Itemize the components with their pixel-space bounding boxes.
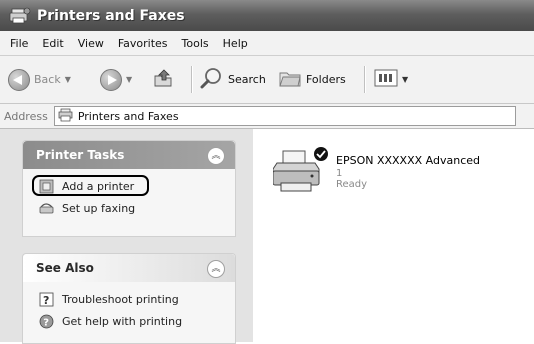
add-printer-icon [39, 179, 54, 194]
back-icon [8, 68, 30, 91]
task-label: Get help with printing [62, 314, 183, 328]
up-folder-button[interactable] [152, 56, 174, 103]
collapse-icon[interactable]: ︽ [207, 147, 225, 165]
forward-icon [100, 68, 122, 91]
task-get-help-printing[interactable]: ? Get help with printing [23, 310, 235, 332]
window-title: Printers and Faxes [37, 7, 185, 24]
menu-help[interactable]: Help [223, 37, 248, 50]
menu-bar: File Edit View Favorites Tools Help [0, 31, 534, 56]
printers-folder-icon [9, 7, 31, 25]
address-label: Address [4, 109, 48, 123]
printer-documents: 1 [336, 168, 343, 179]
search-label: Search [228, 73, 266, 86]
back-button[interactable]: Back ▼ [8, 56, 71, 103]
folders-button[interactable]: Folders [278, 56, 346, 103]
views-dropdown-icon[interactable]: ▼ [402, 75, 408, 84]
collapse-icon[interactable]: ︽ [207, 260, 225, 278]
menu-tools[interactable]: Tools [182, 37, 209, 50]
help-question-icon: ? [39, 292, 54, 307]
task-pane: Printer Tasks ︽ Add a printer Set up fax… [0, 129, 253, 344]
toolbar: Back ▼ ▼ Search Folders ▼ [0, 56, 534, 104]
printer-item[interactable]: EPSON XXXXXX Advanced 1 Ready [272, 141, 513, 211]
svg-text:?: ? [43, 317, 49, 328]
views-button[interactable]: ▼ [374, 56, 408, 103]
address-value: Printers and Faxes [77, 109, 179, 123]
printer-tasks-header[interactable]: Printer Tasks ︽ [23, 141, 235, 169]
printers-folder-icon [58, 108, 74, 125]
task-label: Set up faxing [62, 201, 136, 215]
see-also-header[interactable]: See Also ︽ [23, 254, 235, 282]
up-folder-icon [152, 67, 174, 92]
back-label: Back [34, 73, 61, 86]
content-area: EPSON XXXXXX Advanced 1 Ready [253, 129, 534, 342]
search-icon [200, 66, 224, 93]
see-also-title: See Also [36, 261, 94, 275]
svg-text:?: ? [43, 294, 49, 307]
search-button[interactable]: Search [200, 56, 266, 103]
forward-dropdown-icon[interactable]: ▼ [126, 75, 132, 84]
see-also-panel: See Also ︽ ? Troubleshoot printing ? Get… [22, 253, 236, 344]
menu-file[interactable]: File [10, 37, 28, 50]
address-bar: Address Printers and Faxes [0, 104, 534, 129]
menu-favorites[interactable]: Favorites [118, 37, 168, 50]
back-dropdown-icon[interactable]: ▼ [65, 75, 71, 84]
toolbar-separator [364, 66, 366, 93]
address-field[interactable]: Printers and Faxes [53, 106, 516, 126]
folders-label: Folders [306, 73, 346, 86]
printer-status: Ready [336, 179, 368, 190]
folders-icon [278, 67, 302, 92]
fax-icon [39, 201, 54, 216]
printer-tasks-title: Printer Tasks [36, 148, 125, 162]
printer-name: EPSON XXXXXX Advanced [336, 154, 480, 167]
help-globe-icon: ? [39, 314, 54, 329]
title-bar: Printers and Faxes [0, 0, 534, 31]
printer-default-icon [272, 145, 329, 200]
toolbar-separator [191, 66, 193, 93]
menu-view[interactable]: View [78, 37, 104, 50]
printer-tasks-panel: Printer Tasks ︽ Add a printer Set up fax… [22, 140, 236, 237]
task-set-up-faxing[interactable]: Set up faxing [23, 197, 235, 219]
task-troubleshoot-printing[interactable]: ? Troubleshoot printing [23, 288, 235, 310]
task-label: Troubleshoot printing [62, 292, 179, 306]
forward-button[interactable]: ▼ [100, 56, 132, 103]
views-icon [374, 68, 398, 91]
menu-edit[interactable]: Edit [42, 37, 63, 50]
task-add-printer[interactable]: Add a printer [23, 175, 235, 197]
